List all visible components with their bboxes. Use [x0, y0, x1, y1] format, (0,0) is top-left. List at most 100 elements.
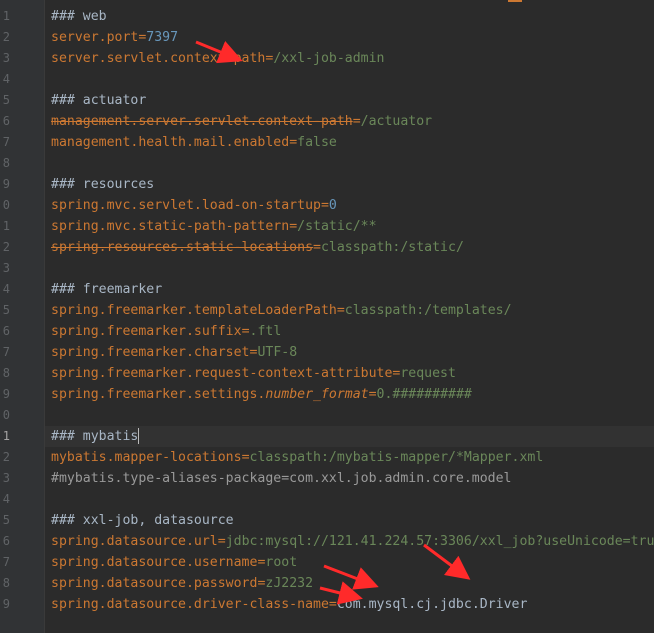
code-line[interactable]: management.health.mail.enabled=false — [45, 132, 654, 153]
code-token: ### web — [51, 9, 107, 24]
code-line[interactable]: spring.mvc.servlet.load-on-startup=0 — [45, 195, 654, 216]
code-token: 0.########## — [376, 387, 472, 402]
code-line[interactable]: mybatis.mapper-locations=classpath:/myba… — [45, 447, 654, 468]
code-line-content: management.server.servlet.context-path=/… — [51, 111, 432, 132]
code-token: classpath:/static/ — [320, 240, 464, 255]
line-number: 6 — [2, 324, 10, 338]
code-line[interactable] — [45, 258, 654, 279]
code-line-content: spring.datasource.password=zJ2232 — [51, 573, 313, 594]
code-line[interactable]: spring.freemarker.settings.number_format… — [45, 384, 654, 405]
code-line-content: spring.datasource.username=root — [51, 552, 297, 573]
code-line-content: ### xxl-job, datasource — [51, 510, 234, 531]
code-token: = — [289, 135, 298, 150]
code-token: = — [336, 303, 345, 318]
code-token: spring.freemarker.suffix — [51, 324, 242, 339]
line-number: 2 — [2, 240, 10, 254]
code-line[interactable] — [45, 69, 654, 90]
line-number: 7 — [2, 555, 10, 569]
code-token: = — [328, 597, 337, 612]
code-line[interactable]: spring.datasource.username=root — [45, 552, 654, 573]
code-line-content: server.servlet.context-path=/xxl-job-adm… — [51, 48, 384, 69]
code-line[interactable]: server.port=7397 — [45, 27, 654, 48]
line-number: 9 — [2, 177, 10, 191]
code-line-content: spring.resources.static-locations=classp… — [51, 237, 464, 258]
code-line[interactable]: spring.freemarker.request-context-attrib… — [45, 363, 654, 384]
code-token: = — [241, 450, 250, 465]
line-number: 4 — [2, 282, 10, 296]
code-token: = — [352, 114, 361, 129]
line-number: 4 — [2, 72, 10, 86]
code-token: server.port — [51, 30, 139, 45]
line-number: 1 — [2, 219, 10, 233]
code-token: spring.freemarker.settings. — [51, 387, 266, 402]
code-area[interactable]: ### web server.port=7397 server.servlet.co… — [45, 0, 654, 633]
code-token: ### resources — [51, 177, 155, 192]
code-token: 7397 — [146, 30, 179, 45]
code-line[interactable]: ### web — [45, 6, 654, 27]
line-number: 2 — [2, 450, 10, 464]
code-line[interactable]: #mybatis.type-aliases-package=com.xxl.jo… — [45, 468, 654, 489]
text-cursor — [138, 428, 140, 444]
code-token: spring.mvc.static-path-pattern — [51, 219, 290, 234]
line-number: 1 — [2, 9, 10, 23]
code-line[interactable]: ### actuator — [45, 90, 654, 111]
line-number: 0 — [2, 198, 10, 212]
code-line[interactable]: spring.datasource.url=jdbc:mysql://121.4… — [45, 531, 654, 552]
code-token: com.mysql.cj.jdbc.Driver — [336, 597, 528, 612]
line-number: 5 — [2, 513, 10, 527]
code-token: spring.freemarker.request-context-attrib… — [51, 366, 393, 381]
line-number: 8 — [2, 366, 10, 380]
code-token: = — [320, 198, 329, 213]
code-token: = — [313, 240, 321, 255]
code-line[interactable]: ### resources — [45, 174, 654, 195]
line-number: 1 — [2, 429, 10, 443]
code-token: #mybatis.type-aliases-package=com.xxl.jo… — [51, 471, 512, 486]
code-line[interactable]: server.servlet.context-path=/xxl-job-adm… — [45, 48, 654, 69]
line-number: 6 — [2, 114, 10, 128]
code-token: mybatis.mapper-locations — [51, 450, 242, 465]
code-line[interactable]: spring.freemarker.templateLoaderPath=cla… — [45, 300, 654, 321]
code-token: UTF-8 — [257, 345, 298, 360]
line-number: 9 — [2, 597, 10, 611]
code-token: number_format — [265, 387, 369, 402]
code-line-content: ### web — [51, 6, 107, 27]
code-line-content: spring.freemarker.suffix=.ftl — [51, 321, 281, 342]
code-line[interactable]: spring.freemarker.suffix=.ftl — [45, 321, 654, 342]
code-editor[interactable]: 1 2 3 4 5 6 7 8 9 0 1 2 3 4 5 6 7 8 9 0 1 2 3 4 5 6 7 8 9 ### web ser… — [0, 0, 654, 633]
code-token: = — [217, 534, 226, 549]
code-line-content: spring.freemarker.templateLoaderPath=cla… — [51, 300, 512, 321]
line-number: 5 — [2, 93, 10, 107]
code-line[interactable]: management.server.servlet.context-path=/… — [45, 111, 654, 132]
code-line[interactable]: ### mybatis — [45, 426, 654, 447]
line-number: 3 — [2, 471, 10, 485]
code-line[interactable]: spring.mvc.static-path-pattern=/static/*… — [45, 216, 654, 237]
code-token: management.health.mail.enabled — [51, 135, 290, 150]
code-token: /xxl-job-admin — [273, 51, 385, 66]
code-token: .ftl — [249, 324, 282, 339]
code-token: spring.freemarker.charset — [51, 345, 250, 360]
code-token: spring.datasource.username — [51, 555, 258, 570]
code-token: classpath:/mybatis-mapper/*Mapper.xml — [249, 450, 544, 465]
code-token: management.server.servlet.context-path — [51, 114, 353, 129]
code-line[interactable]: spring.datasource.password=zJ2232 — [45, 573, 654, 594]
code-line[interactable] — [45, 153, 654, 174]
code-token: ### actuator — [51, 93, 147, 108]
code-token: /actuator — [360, 114, 433, 129]
code-token: ### xxl-job, datasource — [51, 513, 234, 528]
code-token: jdbc:mysql://121.41.224.57:3306/xxl_job?… — [225, 534, 654, 549]
code-token: server.servlet.context-path — [51, 51, 266, 66]
code-line[interactable]: spring.freemarker.charset=UTF-8 — [45, 342, 654, 363]
code-line[interactable]: spring.resources.static-locations=classp… — [45, 237, 654, 258]
line-number: 6 — [2, 534, 10, 548]
code-line[interactable]: spring.datasource.driver-class-name=com.… — [45, 594, 654, 615]
code-token: /static/** — [297, 219, 377, 234]
code-token: spring.datasource.url — [51, 534, 218, 549]
code-token: spring.mvc.servlet.load-on-startup — [51, 198, 321, 213]
code-token: = — [289, 219, 298, 234]
code-token: root — [265, 555, 298, 570]
code-line-content: ### resources — [51, 174, 154, 195]
code-line[interactable]: ### freemarker — [45, 279, 654, 300]
code-line[interactable] — [45, 405, 654, 426]
code-line[interactable]: ### xxl-job, datasource — [45, 510, 654, 531]
code-line[interactable] — [45, 489, 654, 510]
